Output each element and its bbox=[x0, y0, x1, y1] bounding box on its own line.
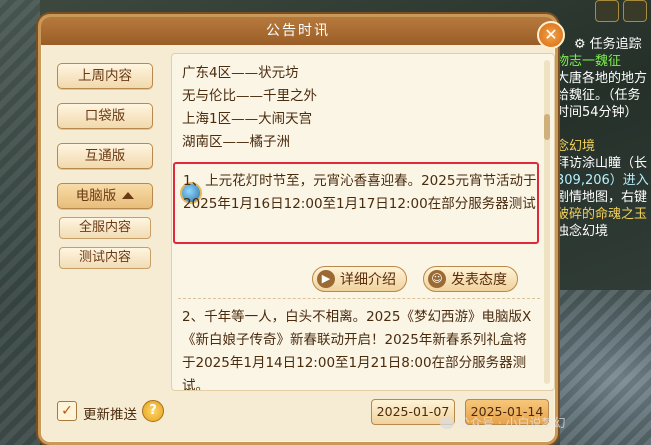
scrollbar[interactable] bbox=[544, 60, 550, 384]
quest-line[interactable]: 浊念幻境 bbox=[556, 223, 651, 240]
quest-line[interactable]: 拜访涂山瞳（长 bbox=[556, 155, 651, 172]
toolbar-icon-2[interactable] bbox=[623, 0, 647, 22]
roof-tiles-left bbox=[0, 0, 40, 445]
watermark-text: 公众号 · 小白说梦幻 bbox=[458, 416, 566, 430]
test-content-button[interactable]: 测试内容 bbox=[59, 247, 151, 269]
quest-tracker: ⚙ 任务追踪 物志一魏征 大唐各地的地方 给魏征。（任务 时间54分钟） 念幻境 拜访涂… bbox=[556, 36, 651, 296]
last-week-button[interactable]: 上周内容 bbox=[57, 63, 153, 89]
play-icon: ▶ bbox=[317, 270, 335, 288]
quest-line[interactable] bbox=[556, 121, 651, 138]
pocket-version-button[interactable]: 口袋版 bbox=[57, 103, 153, 129]
quest-line[interactable]: 时间54分钟） bbox=[556, 104, 651, 121]
wechat-icon bbox=[440, 416, 454, 429]
quest-line[interactable]: 物志一魏征 bbox=[556, 53, 651, 70]
close-button[interactable]: ✕ bbox=[537, 21, 565, 49]
comment-button[interactable]: ☺ 发表态度 bbox=[423, 266, 518, 292]
gear-icon[interactable]: ⚙ bbox=[574, 36, 586, 53]
quest-line[interactable]: 大唐各地的地方 bbox=[556, 70, 651, 87]
dialog-title: 公告时讯 bbox=[41, 17, 555, 45]
server-line: 上海1区——大闹天宫 bbox=[182, 111, 313, 127]
toolbar-icon-1[interactable] bbox=[595, 0, 619, 22]
quest-line[interactable]: 念幻境 bbox=[556, 138, 651, 155]
quest-lines[interactable]: 物志一魏征 大唐各地的地方 给魏征。（任务 时间54分钟） 念幻境 拜访涂山瞳（长 309… bbox=[556, 53, 651, 240]
divider bbox=[178, 298, 540, 299]
quest-tracker-title: 任务追踪 bbox=[589, 37, 642, 52]
quest-line[interactable]: 破碎的命魂之玉 bbox=[556, 206, 651, 223]
update-push-label: 更新推送 bbox=[83, 407, 137, 423]
update-push-checkbox[interactable]: ✓ bbox=[57, 401, 77, 421]
quest-line[interactable]: 309,206）进入 bbox=[556, 172, 651, 189]
sidebar: 上周内容 口袋版 互通版 电脑版 全服内容 测试内容 bbox=[49, 53, 161, 383]
top-toolbar bbox=[595, 0, 647, 22]
smile-icon: ☺ bbox=[428, 270, 446, 288]
content-panel: 广东4区——状元坊 无与伦比——千里之外 上海1区——大闹天宫 湖南区——橘子洲… bbox=[171, 53, 555, 391]
roof-tiles bbox=[560, 290, 651, 445]
notice-actions: ▶ 详细介绍 ☺ 发表态度 bbox=[312, 266, 518, 292]
chevron-up-icon bbox=[122, 192, 135, 199]
interop-version-button[interactable]: 互通版 bbox=[57, 143, 153, 169]
server-list: 广东4区——状元坊 无与伦比——千里之外 上海1区——大闹天宫 湖南区——橘子洲 bbox=[182, 62, 317, 154]
quest-line[interactable]: 剧情地图，右键 bbox=[556, 189, 651, 206]
notice-1-text: 1、上元花灯时节至，元宵沁香喜迎春。2025元宵节活动于2025年1月16日12… bbox=[183, 173, 537, 212]
pc-version-button[interactable]: 电脑版 bbox=[57, 183, 153, 209]
notice-2-text: 2、千年等一人，白头不相离。2025《梦幻西游》电脑版X《新白娘子传奇》新春联动… bbox=[182, 309, 532, 391]
quest-tracker-header[interactable]: ⚙ 任务追踪 bbox=[574, 36, 651, 53]
server-line: 广东4区——状元坊 bbox=[182, 65, 299, 81]
details-label: 详细介绍 bbox=[340, 272, 396, 288]
details-button[interactable]: ▶ 详细介绍 bbox=[312, 266, 407, 292]
comment-label: 发表态度 bbox=[451, 272, 507, 288]
pc-version-label: 电脑版 bbox=[75, 188, 117, 204]
highlighted-notice: 1、上元花灯时节至，元宵沁香喜迎春。2025元宵节活动于2025年1月16日12… bbox=[173, 162, 539, 244]
quest-line[interactable]: 给魏征。（任务 bbox=[556, 87, 651, 104]
watermark: 公众号 · 小白说梦幻 bbox=[440, 414, 565, 431]
scrollbar-thumb[interactable] bbox=[544, 114, 550, 140]
server-line: 无与伦比——千里之外 bbox=[182, 88, 317, 104]
server-line: 湖南区——橘子洲 bbox=[182, 134, 290, 150]
announcement-dialog: 公告时讯 ✕ 上周内容 口袋版 互通版 电脑版 全服内容 测试内容 广东4区——… bbox=[38, 14, 565, 445]
all-servers-button[interactable]: 全服内容 bbox=[59, 217, 151, 239]
help-icon[interactable]: ? bbox=[142, 400, 164, 422]
